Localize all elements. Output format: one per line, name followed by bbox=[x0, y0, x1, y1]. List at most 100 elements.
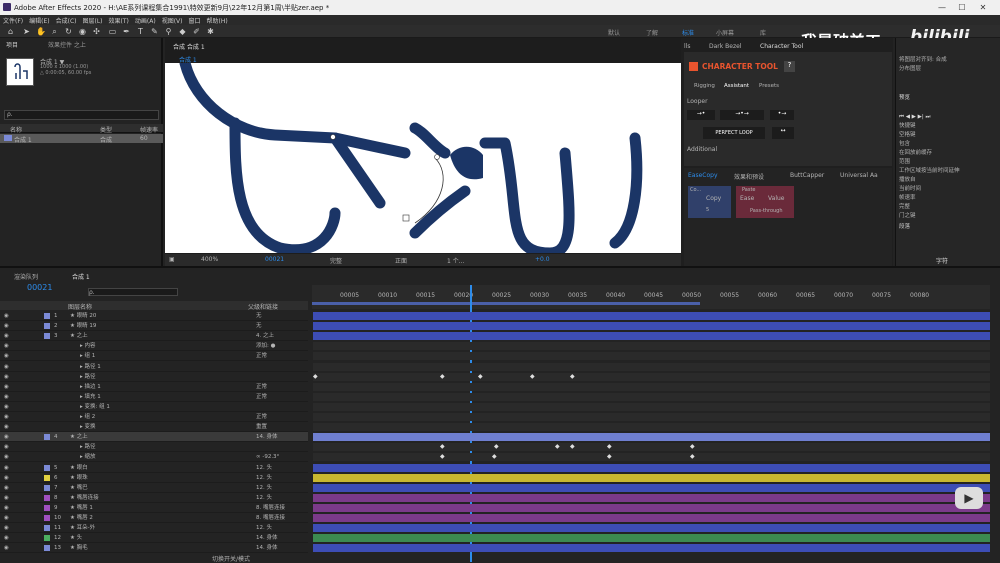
property-row[interactable]: ◉ ▸ 组 2 正常 bbox=[0, 412, 308, 422]
loop-extra-button[interactable]: ↔ bbox=[772, 127, 794, 139]
pen-tool-icon[interactable]: ✒ bbox=[122, 27, 131, 36]
timeline-search-input[interactable]: ρ. bbox=[88, 288, 178, 296]
layer-duration-bar[interactable] bbox=[313, 473, 990, 482]
perfect-loop-button[interactable]: PERFECT LOOP bbox=[703, 127, 765, 139]
layer-name[interactable]: ★ 胸毛 bbox=[70, 543, 88, 553]
work-area-bar[interactable] bbox=[312, 302, 700, 305]
label-color-swatch[interactable] bbox=[44, 504, 50, 511]
label-color-swatch[interactable] bbox=[44, 333, 50, 340]
value-button[interactable]: Value bbox=[768, 195, 784, 202]
layer-name[interactable]: ▸ 变换: 组 1 bbox=[80, 402, 110, 412]
timeline-timecode[interactable]: 00021 bbox=[27, 283, 52, 292]
selection-tool-icon[interactable]: ➤ bbox=[22, 27, 31, 36]
property-row[interactable]: ◉ ▸ 缩放 ∞ -92.3° bbox=[0, 452, 308, 463]
property-row[interactable]: ◉ ▸ 变换: 组 1 bbox=[0, 402, 308, 412]
layer-name[interactable]: ▸ 路径 bbox=[80, 372, 96, 382]
col-parent-link[interactable]: 父级和链接 bbox=[248, 302, 278, 311]
ease-button[interactable]: Ease bbox=[740, 195, 754, 202]
layer-name[interactable]: ★ 眼白 bbox=[70, 463, 88, 473]
visibility-eye-icon[interactable]: ◉ bbox=[4, 351, 9, 361]
keyframe-diamond[interactable]: ◆ bbox=[607, 454, 612, 460]
visibility-eye-icon[interactable]: ◉ bbox=[4, 503, 9, 513]
layer-row[interactable]: ◉ 4 ★ 之上 14. 身体 bbox=[0, 432, 308, 443]
layer-name[interactable]: ★ 眼珠 bbox=[70, 473, 88, 483]
tab-presets[interactable]: Presets bbox=[759, 83, 779, 89]
layer-name[interactable]: ▸ 描边 1 bbox=[80, 382, 101, 392]
property-row[interactable]: ◉ ▸ 内容 添加: ● bbox=[0, 341, 308, 352]
composition-canvas[interactable] bbox=[165, 63, 681, 253]
layer-row[interactable]: ◉ 8 ★ 嘴唇连接 12. 头 bbox=[0, 493, 308, 503]
label-color-swatch[interactable] bbox=[44, 525, 50, 532]
layer-name[interactable]: ★ 之上 bbox=[70, 331, 88, 341]
visibility-eye-icon[interactable]: ◉ bbox=[4, 372, 9, 382]
keyframe-diamond[interactable]: ◆ bbox=[690, 444, 695, 450]
layer-name[interactable]: ★ 眼睛 20 bbox=[70, 311, 96, 321]
parent-dropdown[interactable]: 无 bbox=[256, 321, 262, 331]
keyframe-diamond[interactable]: ◆ bbox=[440, 373, 445, 380]
layer-row[interactable]: ◉ 13 ★ 胸毛 14. 身体 bbox=[0, 543, 308, 554]
roto-tool-icon[interactable]: ✐ bbox=[192, 27, 201, 36]
help-button[interactable]: ? bbox=[784, 61, 795, 72]
visibility-eye-icon[interactable]: ◉ bbox=[4, 442, 9, 452]
label-color-swatch[interactable] bbox=[44, 545, 50, 552]
layer-row[interactable]: ◉ 11 ★ 耳朵-外 12. 头 bbox=[0, 523, 308, 534]
visibility-eye-icon[interactable]: ◉ bbox=[4, 392, 9, 402]
visibility-eye-icon[interactable]: ◉ bbox=[4, 382, 9, 392]
layer-duration-bar[interactable] bbox=[313, 433, 990, 442]
parent-dropdown[interactable]: 12. 头 bbox=[256, 473, 272, 483]
time-ruler[interactable]: 00005 00010 00015 00020 00025 00030 0003… bbox=[312, 285, 990, 309]
layer-duration-bar[interactable] bbox=[313, 524, 990, 533]
label-color-swatch[interactable] bbox=[44, 434, 50, 441]
parent-dropdown[interactable]: 正常 bbox=[256, 412, 267, 422]
rotate-tool-icon[interactable]: ↻ bbox=[64, 27, 73, 36]
tab-easecopy[interactable]: EaseCopy bbox=[688, 172, 718, 179]
tab-dark-bezel[interactable]: Dark Bezel bbox=[709, 43, 741, 50]
layer-duration-bar[interactable] bbox=[313, 534, 990, 543]
parent-dropdown[interactable]: 无 bbox=[256, 311, 262, 321]
tab-composition[interactable]: 合成 合成 1 bbox=[173, 42, 205, 51]
property-track[interactable] bbox=[313, 392, 990, 401]
label-color-swatch[interactable] bbox=[44, 494, 50, 501]
keyframe-diamond[interactable]: ◆ bbox=[555, 444, 560, 450]
property-row[interactable]: ◉ ▸ 路径 1 bbox=[0, 362, 308, 372]
home-icon[interactable]: ⌂ bbox=[6, 27, 15, 36]
parent-dropdown[interactable]: 添加: ● bbox=[256, 341, 275, 351]
property-track[interactable] bbox=[313, 372, 990, 381]
property-track[interactable] bbox=[313, 413, 990, 421]
parent-dropdown[interactable]: 12. 头 bbox=[256, 523, 272, 533]
keyframe-diamond[interactable]: ◆ bbox=[492, 454, 497, 460]
property-row[interactable]: ◉ ▸ 变换 重置 bbox=[0, 422, 308, 433]
tab-render-queue[interactable]: 渲染队列 bbox=[14, 272, 38, 281]
loop-out-button[interactable]: •→ bbox=[770, 110, 794, 120]
workspace-learn[interactable]: 了解 bbox=[646, 28, 658, 37]
resolution-dropdown[interactable]: 完整 bbox=[330, 256, 342, 265]
workspace-small-screen[interactable]: 小屏幕 bbox=[716, 28, 734, 37]
layer-row[interactable]: ◉ 5 ★ 眼白 12. 头 bbox=[0, 463, 308, 473]
layer-name[interactable]: ▸ 填充 1 bbox=[80, 392, 101, 402]
layer-name[interactable]: ▸ 内容 bbox=[80, 341, 96, 351]
layer-row[interactable]: ◉ 12 ★ 头 14. 身体 bbox=[0, 533, 308, 544]
copy-button[interactable]: Copy bbox=[706, 195, 721, 202]
layer-duration-bar[interactable] bbox=[313, 332, 990, 341]
current-time-display[interactable]: 00021 bbox=[265, 256, 284, 263]
maximize-button[interactable]: ☐ bbox=[955, 2, 969, 13]
layer-duration-bar[interactable] bbox=[313, 312, 990, 320]
layer-name[interactable]: ▸ 路径 bbox=[80, 442, 96, 452]
project-item-row[interactable]: 合成 1 合成 60 bbox=[0, 134, 163, 144]
layer-duration-bar[interactable] bbox=[313, 544, 990, 553]
play-from-dropdown[interactable]: 当前时间 bbox=[899, 185, 960, 194]
layer-row[interactable]: ◉ 9 ★ 嘴唇 1 8. 嘴唇连接 bbox=[0, 503, 308, 513]
parent-dropdown[interactable]: 正常 bbox=[256, 392, 267, 402]
parent-dropdown[interactable]: 正常 bbox=[256, 351, 267, 361]
property-track[interactable] bbox=[313, 362, 990, 371]
tab-assistant[interactable]: Assistant bbox=[724, 83, 749, 89]
project-search-input[interactable]: ρ. bbox=[4, 110, 159, 120]
puppet-tool-icon[interactable]: ✱ bbox=[206, 27, 215, 36]
parent-dropdown[interactable]: 正常 bbox=[256, 382, 267, 392]
visibility-eye-icon[interactable]: ◉ bbox=[4, 452, 9, 462]
camera-view-dropdown[interactable]: 正面 bbox=[395, 256, 407, 265]
workspace-standard[interactable]: 标准 bbox=[682, 28, 694, 37]
visibility-eye-icon[interactable]: ◉ bbox=[4, 331, 9, 341]
layer-name[interactable]: ★ 头 bbox=[70, 533, 82, 543]
layer-name[interactable]: ★ 嘴巴 bbox=[70, 483, 88, 493]
